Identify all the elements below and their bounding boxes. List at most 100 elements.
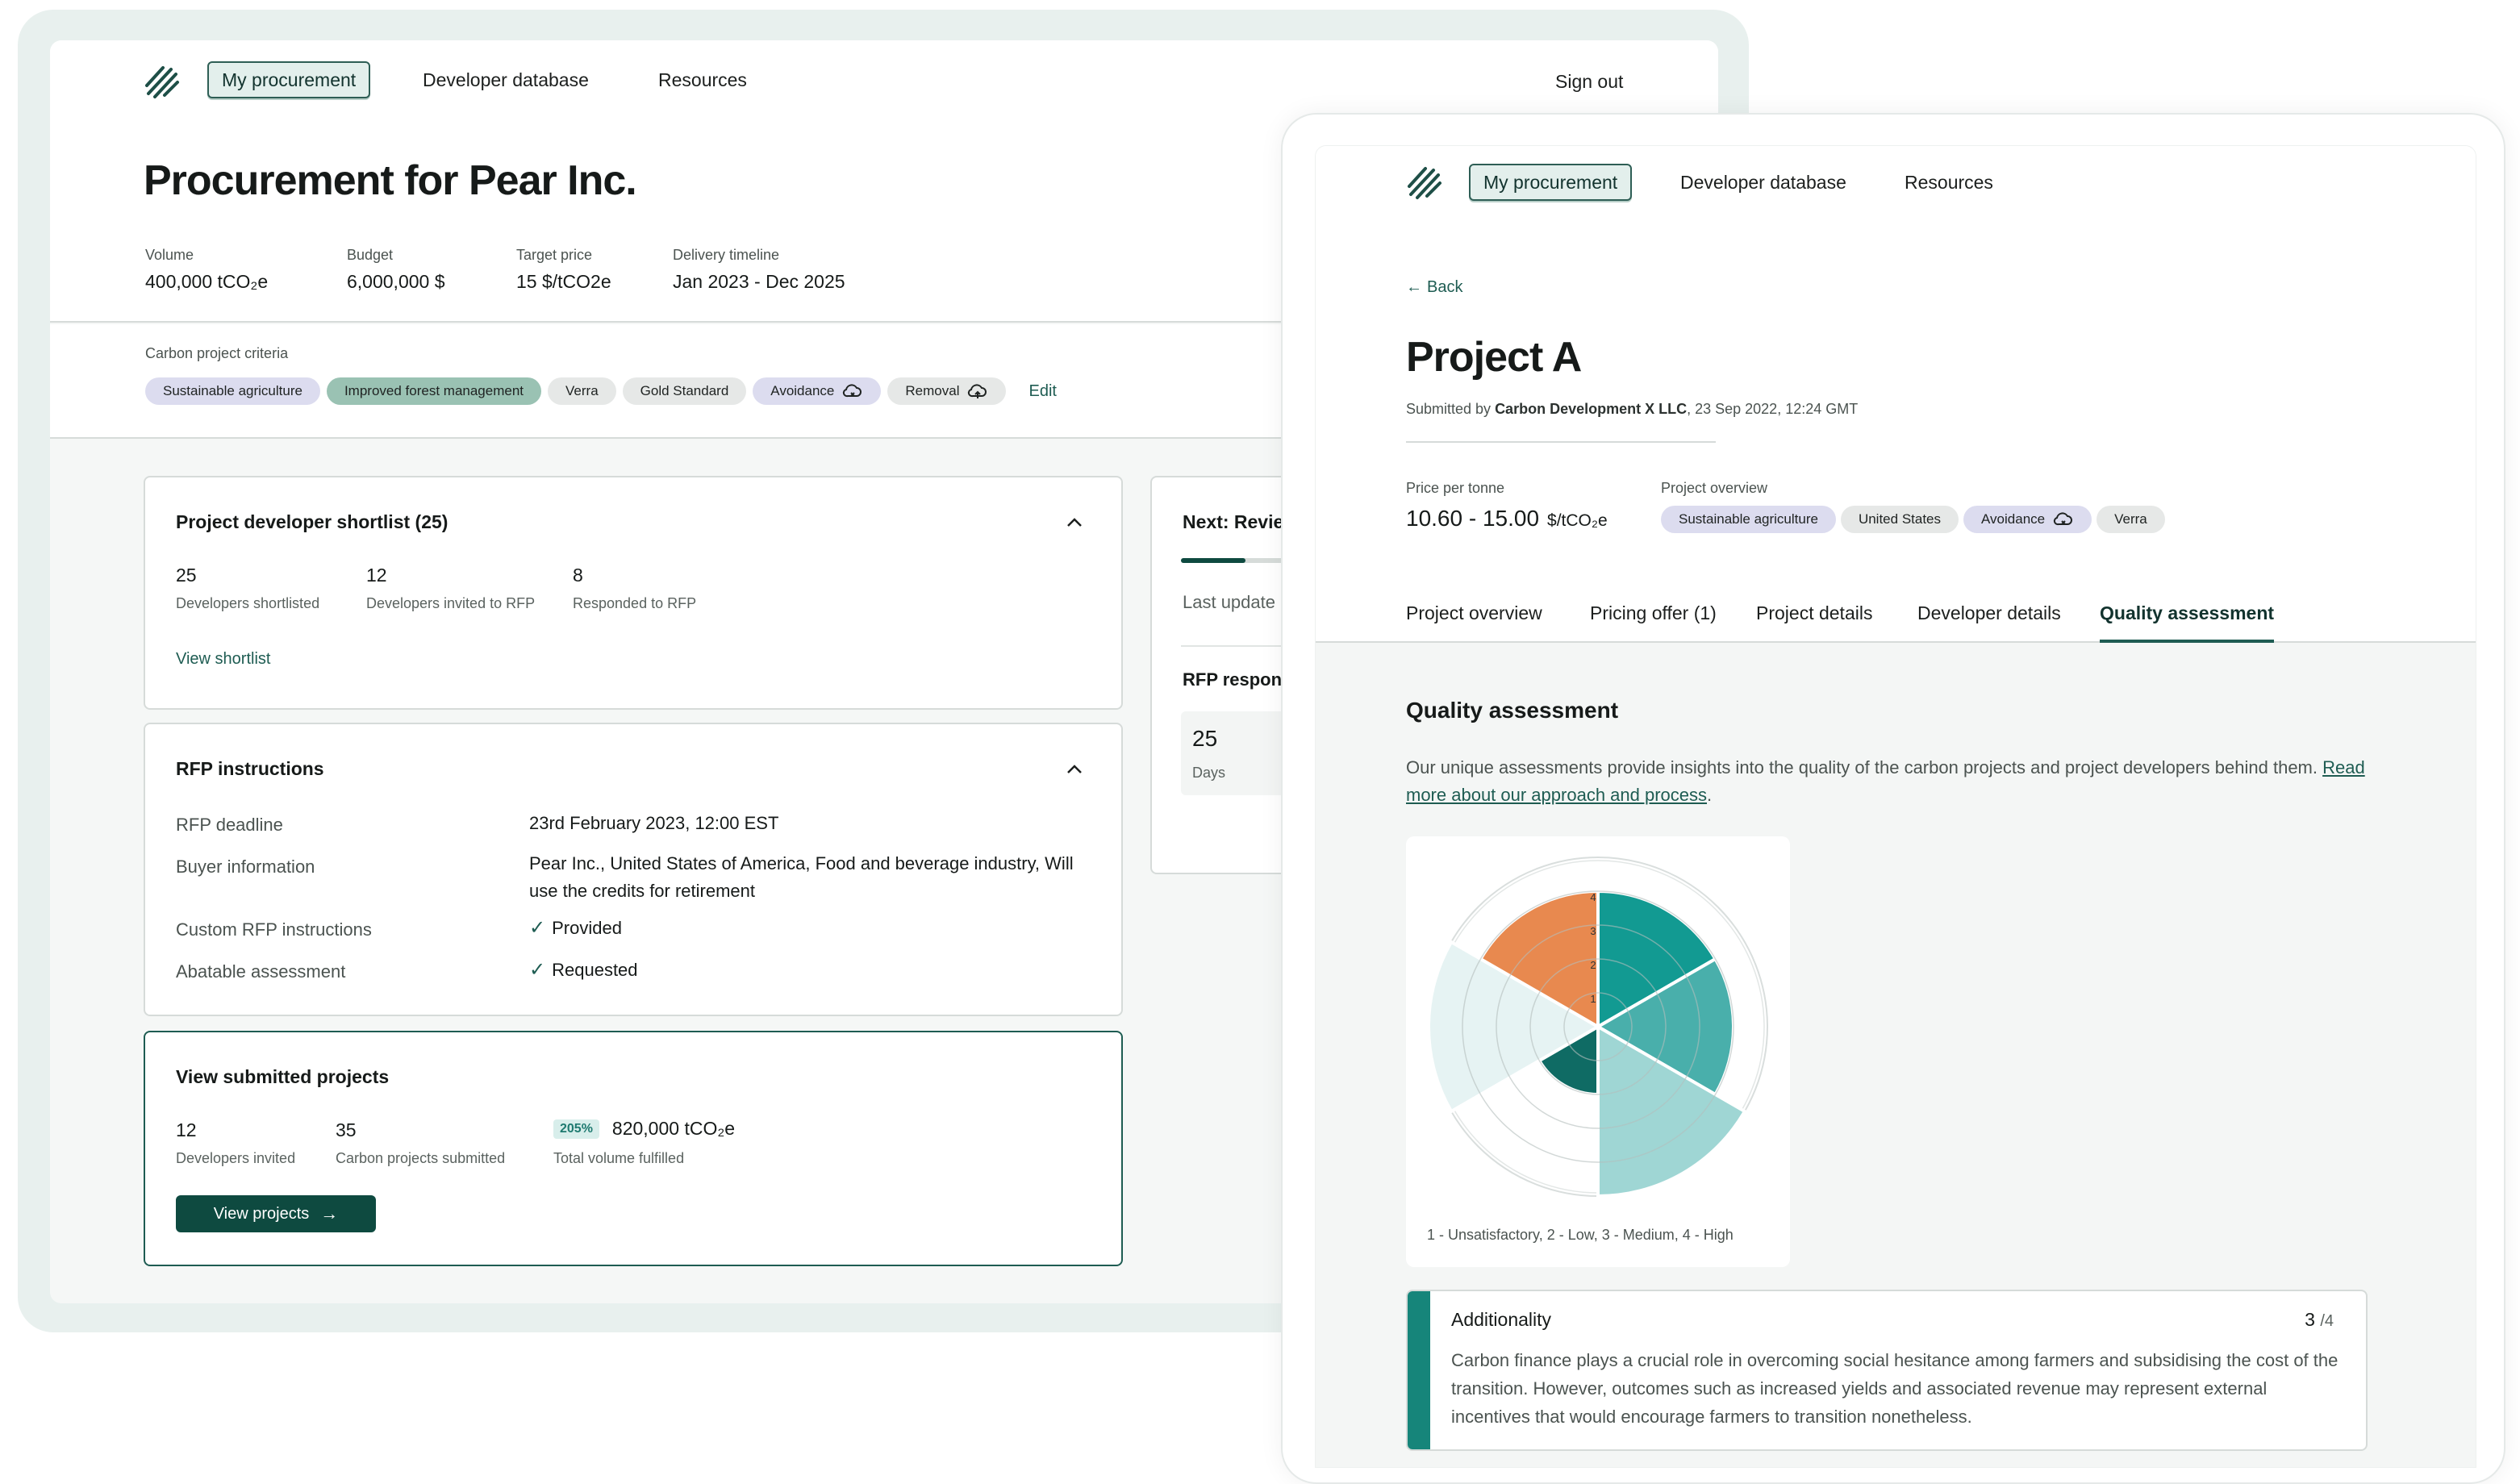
rfp-deadline-value: 23rd February 2023, 12:00 EST <box>529 813 779 833</box>
chevron-up-icon[interactable] <box>1065 513 1084 532</box>
stat-invited-num: 12 <box>366 565 387 586</box>
days-box: 25 Days <box>1181 711 1294 795</box>
nav-developer-database[interactable]: Developer database <box>423 69 589 91</box>
meta-budget-value: 6,000,000 $ <box>347 271 445 292</box>
shortlist-card: Project developer shortlist (25) 25 Deve… <box>144 476 1123 710</box>
overview-chip-row: Sustainable agriculture United States Av… <box>1661 506 2165 533</box>
rfp-instructions-card: RFP instructions RFP deadline 23rd Febru… <box>144 723 1123 1016</box>
qa-description: Our unique assessments provide insights … <box>1406 754 2374 809</box>
price-unit: $/tCO₂e <box>1547 511 1608 530</box>
submitted-prefix: Submitted by <box>1406 401 1496 417</box>
sub-stat-projects-label: Carbon projects submitted <box>336 1150 506 1166</box>
custom-rfp-label: Custom RFP instructions <box>176 919 372 940</box>
chip-removal-label: Removal <box>905 383 960 398</box>
stat-invited-label: Developers invited to RFP <box>366 595 536 611</box>
brand-logo-icon <box>1408 167 1441 199</box>
chip-verra: Verra <box>548 377 616 405</box>
meta-target-price-value: 15 $/tCO2e <box>516 271 611 292</box>
tab-quality-assessment[interactable]: Quality assessment <box>2100 602 2274 624</box>
criteria-edit-link[interactable]: Edit <box>1028 382 1056 401</box>
submitted-projects-card[interactable]: View submitted projects 12 Developers in… <box>144 1031 1123 1266</box>
chip-avoidance-label: Avoidance <box>1981 511 2046 527</box>
divider <box>1406 441 1716 443</box>
next-review-title: Next: Revie <box>1183 511 1284 532</box>
radar-tick-label-2: 2 <box>1590 959 1596 971</box>
nav-developer-database[interactable]: Developer database <box>1680 172 1846 194</box>
abatable-assessment-value: ✓ Requested <box>529 957 638 984</box>
custom-rfp-value: ✓ Provided <box>529 915 622 942</box>
submitted-line: Submitted by Carbon Development X LLC, 2… <box>1406 401 1858 418</box>
arrow-left-icon: ← <box>1406 278 1422 296</box>
qa-description-text: Our unique assessments provide insights … <box>1406 757 2323 777</box>
meta-volume-label: Volume <box>145 247 194 263</box>
back-link-label: Back <box>1427 278 1463 296</box>
chip-avoidance: Avoidance <box>1963 506 2092 533</box>
custom-rfp-value-text: Provided <box>552 918 622 938</box>
radar-legend: 1 - Unsatisfactory, 2 - Low, 3 - Medium,… <box>1427 1227 1734 1243</box>
nav-resources[interactable]: Resources <box>1905 172 1993 194</box>
days-num: 25 <box>1192 726 1218 751</box>
nav-my-procurement-label: My procurement <box>1483 171 1618 193</box>
brand-logo-icon <box>145 66 179 98</box>
meta-target-price-label: Target price <box>516 247 593 263</box>
rfp-response-title: RFP respon <box>1183 669 1283 690</box>
chip-avoidance: Avoidance <box>753 377 882 405</box>
quality-radar-card: 1 2 3 4 1 - Unsatisfactory, 2 - Low, 3 - Me… <box>1406 836 1790 1267</box>
view-shortlist-link[interactable]: View shortlist <box>176 650 270 669</box>
quality-radar-chart: 1 2 3 4 <box>1427 857 1768 1198</box>
last-update-label: Last update <box>1183 592 1275 612</box>
sub-stat-invited-label: Developers invited <box>176 1150 296 1166</box>
radar-tick-label-4: 4 <box>1590 891 1596 903</box>
tab-pricing-offer[interactable]: Pricing offer (1) <box>1590 602 1717 624</box>
abatable-assessment-value-text: Requested <box>552 960 638 980</box>
chip-united-states: United States <box>1840 506 1959 533</box>
buyer-info-value: Pear Inc., United States of America, Foo… <box>529 853 1074 901</box>
chevron-up-icon[interactable] <box>1065 760 1084 779</box>
check-icon: ✓ <box>529 959 546 981</box>
additionality-card: Additionality 3 /4 Carbon finance plays … <box>1406 1290 2368 1451</box>
back-link[interactable]: ← Back <box>1406 278 1462 297</box>
criteria-chip-row: Sustainable agriculture Improved forest … <box>145 377 1057 405</box>
qa-title: Quality assessment <box>1406 698 1619 723</box>
shortlist-title: Project developer shortlist (25) <box>176 511 449 532</box>
additionality-text: Carbon finance plays a crucial role in o… <box>1451 1350 2339 1427</box>
chip-sustainable-agriculture: Sustainable agriculture <box>1661 506 1836 533</box>
radar-tick-label-3: 3 <box>1590 925 1596 937</box>
next-review-progress-fill <box>1181 558 1245 563</box>
nav-my-procurement-label: My procurement <box>222 69 357 90</box>
stat-responded-label: Responded to RFP <box>573 595 697 611</box>
sub-stat-volume: 205% 820,000 tCO₂e <box>553 1118 735 1140</box>
project-title: Project A <box>1406 334 1582 381</box>
radar-tick-label-1: 1 <box>1590 993 1596 1005</box>
chip-improved-forest-management: Improved forest management <box>326 377 542 405</box>
chip-avoidance-label: Avoidance <box>770 383 835 398</box>
price-range: 10.60 - 15.00 <box>1406 506 1540 531</box>
days-label: Days <box>1192 765 1226 781</box>
project-header: My procurement Developer database Resour… <box>1316 146 2476 643</box>
submitted-date: , 23 Sep 2022, 12:24 GMT <box>1687 401 1859 417</box>
abatable-assessment-label: Abatable assessment <box>176 961 346 982</box>
tab-project-details[interactable]: Project details <box>1756 602 1872 624</box>
selected-tab-indicator <box>2100 640 2274 643</box>
sign-out-link[interactable]: Sign out <box>1555 71 1623 93</box>
nav-resources[interactable]: Resources <box>658 69 747 91</box>
sub-stat-volume-num: 820,000 tCO₂e <box>611 1118 736 1139</box>
additionality-score-bar <box>1408 1291 1430 1449</box>
additionality-score-value: 3 <box>2305 1309 2315 1330</box>
cloud-arrow-icon <box>968 384 987 398</box>
meta-delivery-label: Delivery timeline <box>673 247 780 263</box>
tab-developer-details[interactable]: Developer details <box>1917 602 2061 624</box>
stat-shortlisted-num: 25 <box>176 565 197 586</box>
submitted-by: Carbon Development X LLC <box>1495 401 1688 417</box>
view-projects-button[interactable]: View projects → <box>176 1195 376 1232</box>
price-label: Price per tonne <box>1406 480 1505 496</box>
nav-my-procurement[interactable]: My procurement <box>207 61 371 98</box>
check-icon: ✓ <box>529 917 546 939</box>
overview-label: Project overview <box>1661 480 1768 496</box>
nav-my-procurement[interactable]: My procurement <box>1469 164 1633 201</box>
criteria-label: Carbon project criteria <box>145 345 289 361</box>
tab-project-overview[interactable]: Project overview <box>1406 602 1542 624</box>
cloud-x-icon <box>2054 512 2073 526</box>
stat-shortlisted-label: Developers shortlisted <box>176 595 320 611</box>
additionality-score-max: /4 <box>2320 1312 2334 1330</box>
